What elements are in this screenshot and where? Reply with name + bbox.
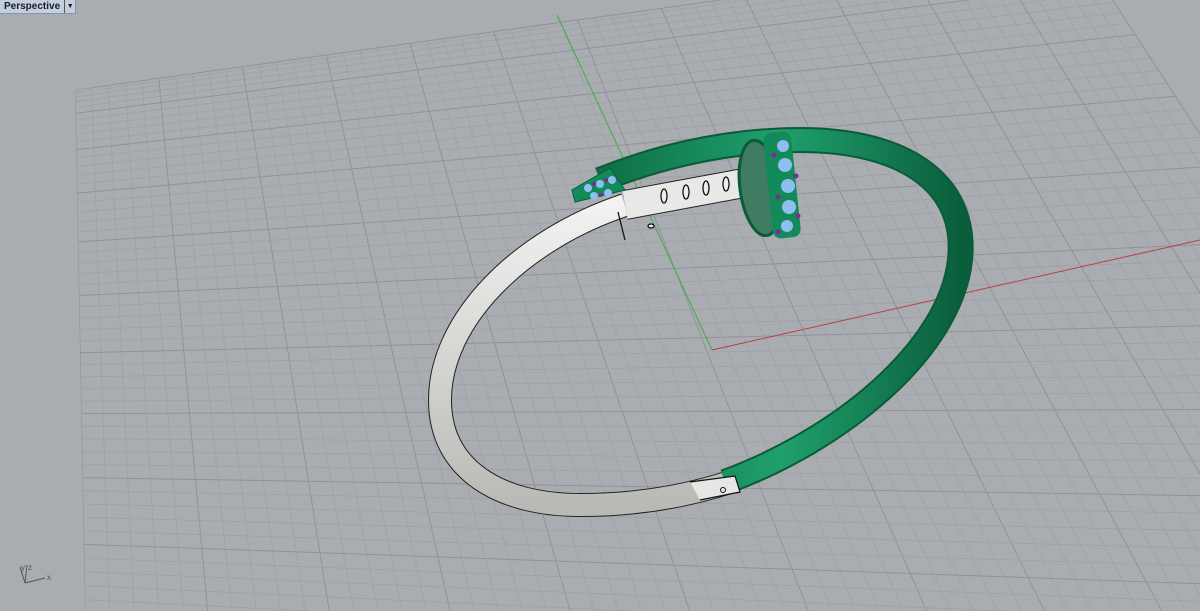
grid-line [191, 73, 257, 611]
grid-line [660, 8, 928, 611]
grid-line [1093, 0, 1200, 165]
grid-line [141, 80, 184, 611]
grid-line [79, 308, 1200, 342]
grid-line [80, 392, 1200, 402]
grid-line [409, 43, 571, 611]
chevron-down-icon[interactable]: ▼ [64, 0, 75, 13]
grid-line [275, 61, 378, 611]
grid-line [577, 19, 809, 611]
viewport-name[interactable]: Perspective [0, 1, 64, 12]
grid-line [543, 24, 762, 611]
grid-line [75, 0, 722, 91]
grid-line [91, 87, 111, 611]
grid-line [627, 12, 880, 611]
axis-label-y: y [21, 563, 25, 572]
grid-line [1075, 0, 1200, 196]
axis-triad-icon: x y z [19, 563, 51, 584]
axis-label-x: x [47, 573, 51, 582]
grid-line [81, 451, 1200, 462]
grid-line [1112, 0, 1200, 135]
grid-line [80, 325, 1200, 354]
grid-line [75, 0, 901, 108]
grid-line [854, 0, 1186, 611]
grid-line [818, 0, 1139, 611]
grid-line [325, 54, 451, 611]
grid-line [83, 516, 1200, 549]
grid-line [81, 409, 1200, 415]
grid-line [80, 375, 1200, 390]
grid-line [83, 530, 1200, 567]
perspective-viewport[interactable]: x y z [0, 0, 1200, 611]
grid-line [158, 78, 209, 611]
grid-line [945, 0, 1200, 437]
grid-line [890, 0, 1200, 554]
grid-line [78, 212, 1200, 274]
grid-line [84, 557, 1200, 602]
grid-line [79, 292, 1200, 330]
grid-line [81, 438, 1200, 445]
grid-line [644, 10, 904, 611]
grid-line [84, 599, 312, 611]
grid-line [84, 585, 632, 611]
grid-line [75, 89, 86, 611]
grid-line [1019, 0, 1200, 294]
grid-line [459, 36, 643, 611]
construction-grid [75, 0, 1200, 611]
axis-label-z: z [28, 563, 32, 572]
grid-line [83, 543, 1200, 585]
grid-line [78, 228, 1200, 285]
grid-line [292, 59, 403, 611]
viewport-title-tab[interactable]: Perspective ▼ [0, 0, 77, 14]
grid-line [175, 75, 233, 611]
grid-line [560, 22, 786, 611]
